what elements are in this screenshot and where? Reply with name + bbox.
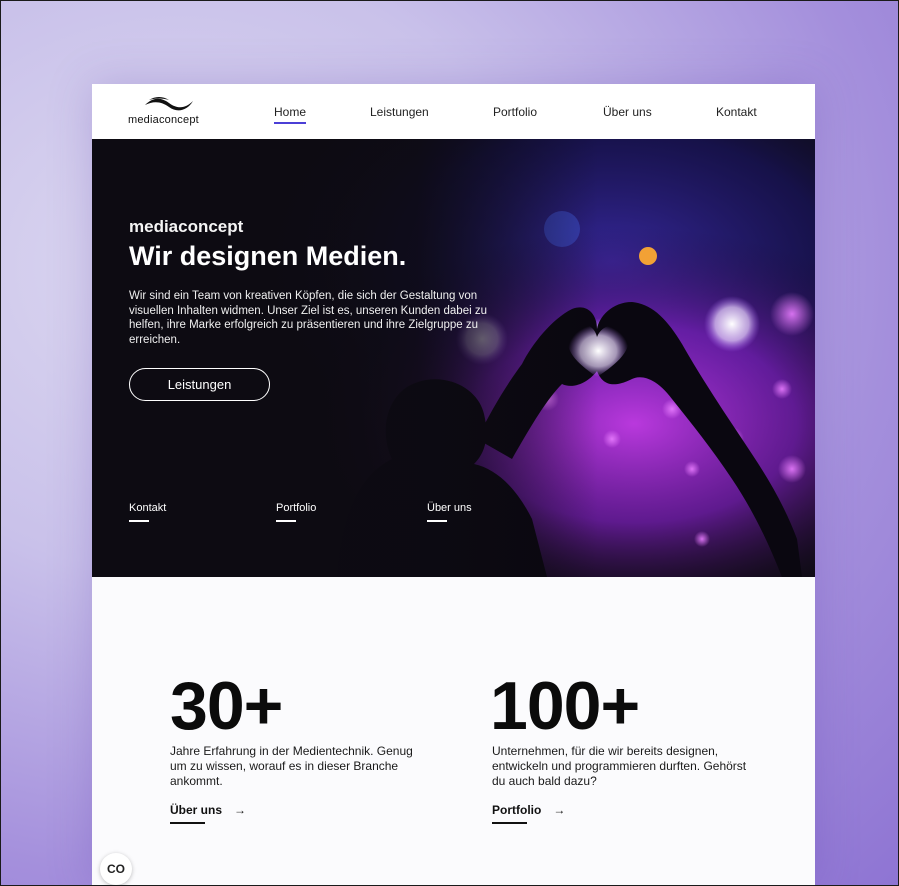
hero-description: Wir sind ein Team von kreativen Köpfen, …	[129, 290, 487, 346]
nav-item-leistungen[interactable]: Leistungen	[370, 105, 429, 119]
arrow-right-icon: →	[234, 803, 247, 817]
stat-link-label: Über uns	[170, 803, 223, 817]
hero-link-kontakt[interactable]: Kontakt	[129, 502, 166, 522]
hero-section: mediaconcept Wir designen Medien. Wir si…	[92, 139, 815, 577]
hero-title: Wir designen Medien.	[129, 241, 407, 271]
cookie-consent-button[interactable]: CO	[100, 853, 132, 885]
top-navigation: mediaconcept Home Leistungen Portfolio Ü…	[92, 84, 815, 139]
stat-text-years: Jahre Erfahrung in der Medientechnik. Ge…	[170, 744, 413, 788]
wave-logo-icon	[145, 97, 193, 111]
stat-number-years: 30+	[170, 668, 283, 744]
website-page: mediaconcept Home Leistungen Portfolio Ü…	[92, 84, 815, 886]
nav-item-home[interactable]: Home	[274, 105, 307, 124]
hero-link-ueber-uns[interactable]: Über uns	[427, 502, 472, 522]
hero-subtitle: mediaconcept	[129, 217, 244, 236]
leistungen-button[interactable]: Leistungen	[129, 368, 270, 401]
stat-link-label: Portfolio	[492, 803, 542, 817]
link-underline	[492, 822, 527, 824]
arrow-right-icon: →	[553, 803, 566, 817]
logo-text: mediaconcept	[128, 114, 199, 126]
nav-item-portfolio[interactable]: Portfolio	[493, 105, 537, 119]
stat-link-portfolio[interactable]: Portfolio →	[492, 803, 566, 824]
stat-text-companies: Unternehmen, für die wir bereits designe…	[492, 744, 747, 788]
hero-link-portfolio[interactable]: Portfolio	[276, 502, 316, 522]
nav-item-ueber-uns[interactable]: Über uns	[603, 105, 652, 119]
link-underline	[170, 822, 205, 824]
stat-number-companies: 100+	[490, 668, 640, 744]
logo[interactable]: mediaconcept	[128, 96, 218, 130]
nav-item-kontakt[interactable]: Kontakt	[716, 105, 757, 119]
stat-link-ueber-uns[interactable]: Über uns →	[170, 803, 247, 824]
